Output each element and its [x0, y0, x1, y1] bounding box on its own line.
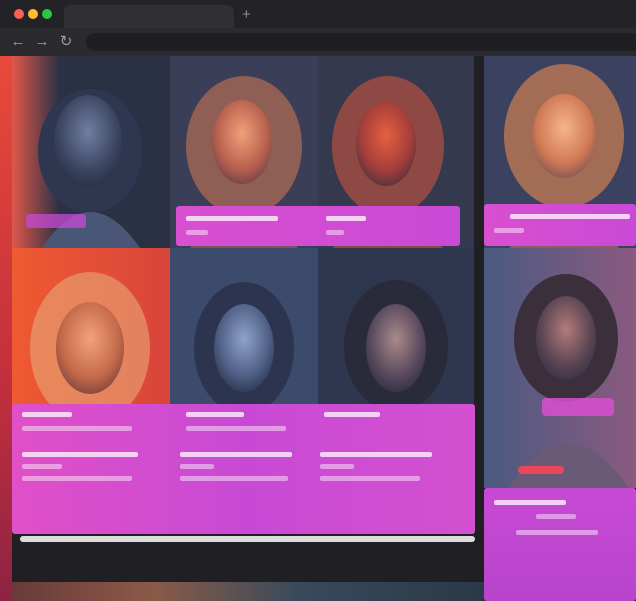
address-bar[interactable]	[86, 33, 636, 51]
caption-panel	[484, 204, 636, 246]
portrait-image	[484, 248, 636, 488]
portrait-card[interactable]	[484, 248, 636, 488]
browser-toolbar: ← → ↻	[0, 28, 636, 56]
side-image-strip	[0, 56, 12, 601]
title-bar: +	[0, 0, 636, 28]
page-viewport	[0, 56, 636, 601]
reload-icon[interactable]: ↻	[56, 32, 76, 52]
minimize-window-button[interactable]	[28, 9, 38, 19]
back-arrow-icon[interactable]: ←	[8, 32, 28, 52]
horizontal-scrollbar[interactable]	[20, 536, 475, 542]
portrait-card[interactable]	[12, 56, 170, 248]
caption-panel	[176, 206, 460, 246]
browser-window: + ← → ↻	[0, 0, 636, 601]
caption-panel	[12, 404, 475, 534]
new-tab-button[interactable]: +	[242, 5, 251, 25]
close-window-button[interactable]	[14, 9, 24, 19]
forward-arrow-icon[interactable]: →	[32, 32, 52, 52]
maximize-window-button[interactable]	[42, 9, 52, 19]
next-row-preview	[12, 582, 484, 601]
card-tag	[518, 466, 564, 474]
browser-tab[interactable]	[64, 5, 234, 28]
portrait-image	[12, 56, 170, 248]
card-action-button[interactable]	[542, 398, 614, 416]
caption-panel	[484, 488, 636, 601]
